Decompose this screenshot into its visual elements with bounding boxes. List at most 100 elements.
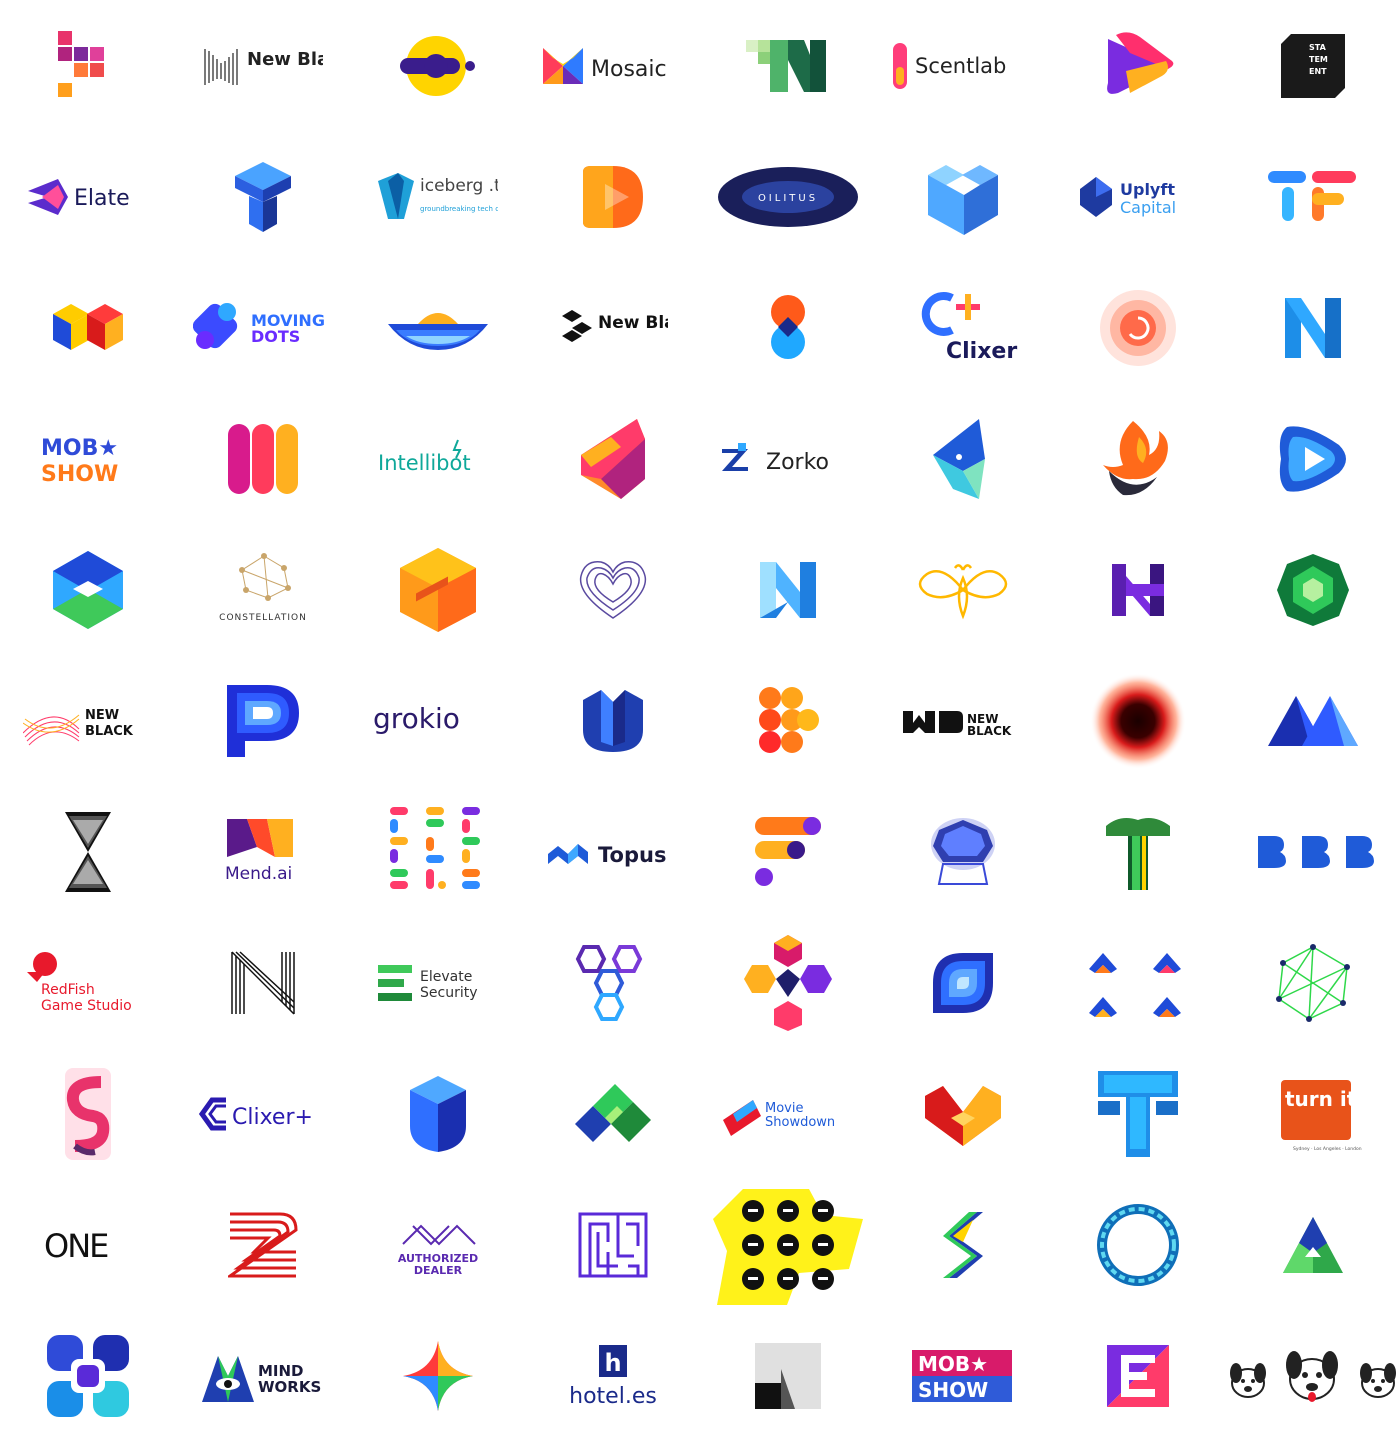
new-black-4-logo: NEW BLACK (875, 655, 1050, 786)
line-heart-logo (525, 524, 700, 655)
crown-set-logo (1050, 917, 1225, 1048)
logo-grid: New Black Mosaic Scentlab STA T (0, 0, 1400, 1444)
iceberg-tech-logo: iceberg .tech groundbreaking tech compan… (350, 131, 525, 262)
logo-subtext: WORKS (258, 1378, 321, 1396)
grokio-logo: grokio (350, 655, 525, 786)
logo-text: Uplyft (1120, 180, 1175, 199)
pink-s-logo (0, 1048, 175, 1179)
blue-bird-logo (875, 393, 1050, 524)
blob-play-logo (1225, 393, 1400, 524)
stripe-e-logo (1050, 1310, 1225, 1441)
clixer-plus-2-logo: Clixer+ (175, 1048, 350, 1179)
blue-n-fold-logo (1225, 262, 1400, 393)
logo-text: Zorko (766, 450, 829, 475)
red-z-lines-logo (175, 1179, 350, 1310)
logo-subtext: Security (420, 985, 478, 1001)
elevate-security-logo: Elevate Security (350, 917, 525, 1048)
logo-text: MOB★ (918, 1352, 988, 1376)
svg-text:TEM: TEM (1309, 55, 1328, 64)
play-ribbon-logo (1050, 0, 1225, 131)
movie-showdown-logo: Movie Showdown (700, 1048, 875, 1179)
mob-show-logo: MOB★ SHOW (0, 393, 175, 524)
logo-text: Topus (598, 843, 666, 867)
orange-dots-logo (700, 655, 875, 786)
one-logo: ONE (0, 1179, 175, 1310)
blue-ring-logo (1050, 1179, 1225, 1310)
logo-text: hotel.es (569, 1384, 657, 1409)
yellow-bee-logo (875, 524, 1050, 655)
logo-text: MOB★ (41, 436, 118, 461)
blue-knot-logo (0, 1310, 175, 1441)
blue-t-pixel-logo (1050, 1048, 1225, 1179)
black-hole-logo (1050, 655, 1225, 786)
blue-p-logo (175, 655, 350, 786)
logo-subtext: groundbreaking tech companies (420, 205, 498, 213)
logo-text: Mend.ai (225, 864, 292, 884)
logo-subtext: h (604, 1349, 621, 1377)
green-gem-logo (1225, 524, 1400, 655)
logo-subtext: Capital (1120, 198, 1176, 217)
green-check-logo (525, 1048, 700, 1179)
authorized-dealer-logo: AUTHORIZED DEALER (350, 1179, 525, 1310)
blue-leaf-logo (875, 917, 1050, 1048)
logo-text: ONE (44, 1227, 108, 1265)
hourglass-logo (0, 786, 175, 917)
oilitus-logo: OILITUS (700, 131, 875, 262)
logo-text: Scentlab (915, 54, 1006, 78)
line-n-logo (175, 917, 350, 1048)
turn-it-up-logo: turn it up Sydney · Los Angeles · London (1225, 1048, 1400, 1179)
cube-flower-logo (700, 917, 875, 1048)
intellibot-logo: Intellibot (350, 393, 525, 524)
gorillas-logo (700, 1179, 875, 1310)
logo-subtext: SHOW (41, 462, 118, 487)
sunrise-waves-logo (350, 262, 525, 393)
logo-text: Mosaic (591, 57, 667, 82)
blue-mountains-logo (1225, 655, 1400, 786)
mosaic-logo: Mosaic (525, 0, 700, 131)
green-network-logo (1225, 917, 1400, 1048)
fire-phoenix-logo (1050, 393, 1225, 524)
svg-text:ENT: ENT (1309, 67, 1327, 76)
logo-text: turn it up (1285, 1087, 1363, 1111)
logo-text: Clixer+ (232, 1105, 313, 1130)
logo-text: grokio (373, 702, 460, 735)
logo-subtext: DEALER (413, 1264, 462, 1277)
logo-text: CONSTELLATION (219, 613, 307, 623)
logo-text: OILITUS (757, 193, 817, 204)
ribbon-s-logo (875, 1179, 1050, 1310)
figure-eight-logo (700, 262, 875, 393)
logo-subtext: Game Studio (41, 998, 132, 1014)
green-t-logo (1050, 786, 1225, 917)
light-blue-n-logo (700, 524, 875, 655)
clixer-plus-logo: Clixer+ (875, 262, 1050, 393)
star-ribbon-logo (350, 1310, 525, 1441)
dogs-logo (1225, 1310, 1400, 1441)
hotel-es-logo: h hotel.es (525, 1310, 700, 1441)
constellation-logo: CONSTELLATION (175, 524, 350, 655)
green-a-logo (1225, 1179, 1400, 1310)
gradient-prism-logo (525, 393, 700, 524)
logo-subtext: SHOW (918, 1378, 988, 1402)
logo-text: RedFish (41, 982, 95, 998)
logo-subtext: BLACK (967, 724, 1012, 738)
mend-ai-logo: Mend.ai (175, 786, 350, 917)
green-n-pixel-logo (700, 0, 875, 131)
hex-trio-logo (525, 917, 700, 1048)
logo-subtext: DOTS (251, 327, 300, 346)
pixel-n-logo (0, 0, 175, 131)
moving-dots-logo: MOVING DOTS (175, 262, 350, 393)
logo-text: NEW (85, 708, 119, 723)
uplyft-capital-logo: Uplyft Capital (1050, 131, 1225, 262)
logo-subtext: BLACK (85, 724, 134, 739)
three-b-logo (1225, 786, 1400, 917)
grey-a-logo (700, 1310, 875, 1441)
logo-text: New Black (247, 49, 323, 70)
new-black-logo: New Black (175, 0, 350, 131)
orange-play-logo (525, 131, 700, 262)
logo-subtext: Showdown (765, 1115, 835, 1130)
new-black-3-logo: NEW BLACK (0, 655, 175, 786)
hex-cube-logo (0, 524, 175, 655)
mob-show-2-logo: MOB★ SHOW (875, 1310, 1050, 1441)
gem-ring-logo (875, 786, 1050, 917)
spiral-sun-logo (1050, 262, 1225, 393)
